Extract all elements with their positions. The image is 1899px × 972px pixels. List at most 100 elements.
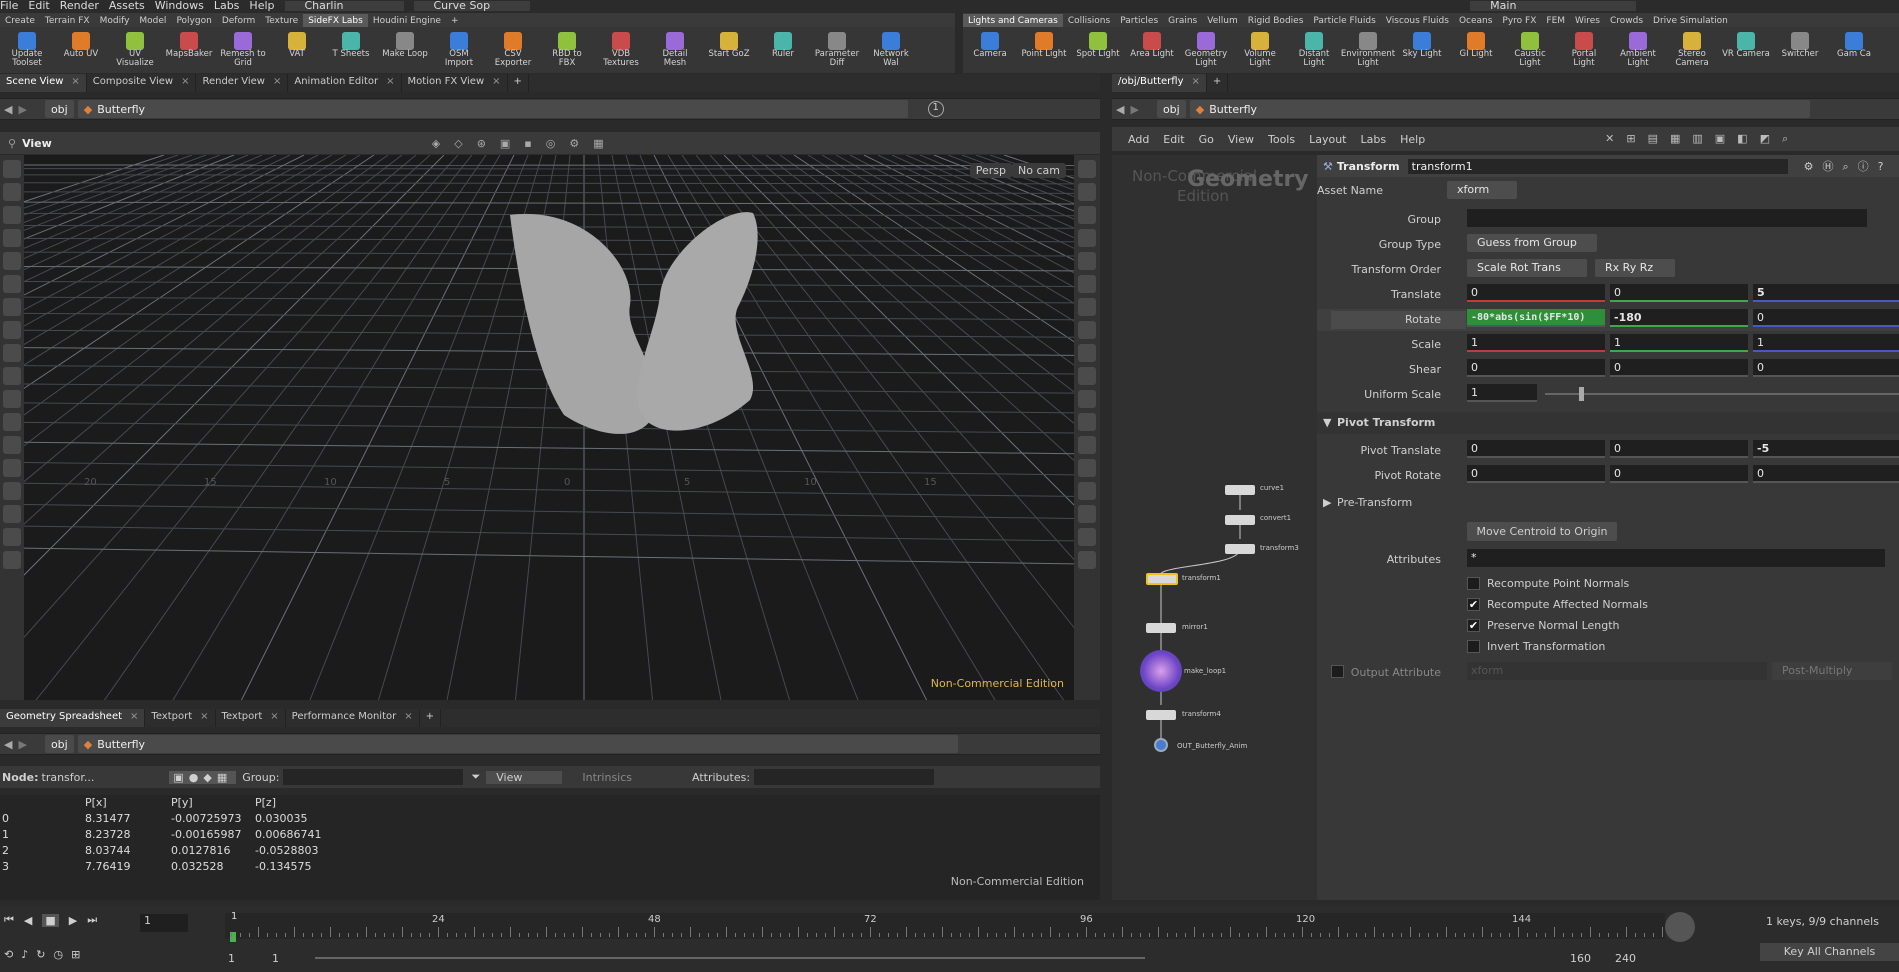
- menu-windows[interactable]: Windows: [155, 0, 204, 11]
- menu-help[interactable]: Help: [249, 0, 274, 11]
- tab-motion-fx-view[interactable]: Motion FX View ×: [402, 74, 508, 92]
- add-tab-icon[interactable]: +: [508, 74, 529, 92]
- viewport-tool-icon[interactable]: [3, 321, 21, 339]
- menu-edit[interactable]: Edit: [28, 0, 49, 11]
- expand-arrow-icon[interactable]: ▼: [1323, 416, 1331, 429]
- step-back-icon[interactable]: ◀: [24, 914, 32, 927]
- desktop-select[interactable]: Charlin: [284, 0, 404, 11]
- shelf-left-tool[interactable]: Parameter Diff: [813, 27, 861, 68]
- network-path-root[interactable]: obj: [1156, 100, 1186, 118]
- pivot-rotate-z[interactable]: 0: [1753, 465, 1899, 483]
- shelf-left-tool[interactable]: CSV Exporter: [489, 27, 537, 68]
- rotate-y[interactable]: -180: [1610, 309, 1748, 327]
- attributes-field[interactable]: *: [1467, 549, 1885, 567]
- shelf-right-tool[interactable]: GI Light: [1452, 27, 1500, 59]
- path-root[interactable]: obj: [44, 100, 74, 118]
- back-arrow-icon[interactable]: ◀: [1116, 103, 1124, 116]
- add-tab-icon[interactable]: +: [1207, 74, 1229, 92]
- shear-z[interactable]: 0: [1753, 359, 1899, 377]
- recompute-point-normals-checkbox[interactable]: [1467, 577, 1480, 590]
- view-menu[interactable]: View: [486, 770, 563, 784]
- node-convert1[interactable]: [1225, 515, 1255, 525]
- table-cell[interactable]: 8.31477: [85, 812, 131, 825]
- viewport-tool-icon[interactable]: [1078, 528, 1096, 546]
- persp-menu[interactable]: Persp: [969, 163, 1012, 178]
- shelf-tab-oceans[interactable]: Oceans: [1454, 14, 1497, 27]
- shelf-tab-texture[interactable]: Texture: [260, 14, 303, 27]
- shelf-tab-pyro[interactable]: Pyro FX: [1497, 14, 1541, 27]
- shelf-tab-deform[interactable]: Deform: [217, 14, 260, 27]
- close-icon[interactable]: ×: [71, 76, 79, 87]
- back-arrow-icon[interactable]: ◀: [4, 738, 12, 751]
- node-make-loop1[interactable]: [1140, 650, 1182, 692]
- table-cell[interactable]: 8.23728: [85, 828, 131, 841]
- tab-performance-monitor[interactable]: Performance Monitor ×: [286, 709, 420, 727]
- network-menu-view[interactable]: View: [1228, 133, 1254, 146]
- table-cell[interactable]: -0.0528803: [255, 844, 318, 857]
- range-icon[interactable]: ⊞: [71, 948, 80, 961]
- collapse-arrow-icon[interactable]: ▶: [1323, 496, 1331, 509]
- current-frame-field[interactable]: 1: [140, 914, 188, 932]
- shear-y[interactable]: 0: [1610, 359, 1748, 377]
- close-icon[interactable]: ×: [200, 711, 208, 722]
- forward-arrow-icon[interactable]: ▶: [18, 103, 26, 116]
- range-start[interactable]: 1: [228, 952, 235, 965]
- viewport-tool-icon[interactable]: [3, 459, 21, 477]
- shelf-tab-lights-cameras[interactable]: Lights and Cameras: [963, 14, 1063, 27]
- shelf-right-tool[interactable]: Stereo Camera: [1668, 27, 1716, 68]
- viewport-tool-icon[interactable]: [3, 367, 21, 385]
- shelf-tab-collisions[interactable]: Collisions: [1063, 14, 1115, 27]
- scale-z[interactable]: 1: [1753, 334, 1899, 352]
- menu-file[interactable]: File: [0, 0, 18, 11]
- group-field[interactable]: [1467, 209, 1867, 227]
- node-transform4[interactable]: [1146, 710, 1176, 720]
- pivot-translate-y[interactable]: 0: [1610, 440, 1748, 458]
- shelf-left-tool[interactable]: MapsBaker: [165, 27, 213, 59]
- range-bar[interactable]: [315, 957, 1145, 959]
- row-index[interactable]: 3: [2, 860, 9, 873]
- camera-menu[interactable]: No cam: [1012, 163, 1066, 178]
- close-icon[interactable]: ×: [404, 711, 412, 722]
- viewport-tool-icon[interactable]: [1078, 459, 1096, 477]
- table-cell[interactable]: 0.0127816: [171, 844, 231, 857]
- shelf-tab-terrain[interactable]: Terrain FX: [40, 14, 95, 27]
- sheet-path-root[interactable]: obj: [44, 735, 74, 753]
- shelf-right-tool[interactable]: Spot Light: [1074, 27, 1122, 59]
- viewport-tool-icon[interactable]: [3, 275, 21, 293]
- shelf-tab-grains[interactable]: Grains: [1163, 14, 1202, 27]
- table-cell[interactable]: -0.134575: [255, 860, 311, 873]
- network-path-node[interactable]: ◆ Butterfly: [1189, 100, 1810, 118]
- uniform-scale-field[interactable]: 1: [1467, 384, 1537, 402]
- close-icon[interactable]: ×: [492, 76, 500, 87]
- shelf-right-tool[interactable]: Ambient Light: [1614, 27, 1662, 68]
- tab-textport-2[interactable]: Textport ×: [216, 709, 286, 727]
- shelf-left-tool[interactable]: T Sheets: [327, 27, 375, 59]
- table-cell[interactable]: 0.030035: [255, 812, 308, 825]
- shelf-left-tool[interactable]: OSM Import: [435, 27, 483, 68]
- table-cell[interactable]: -0.00725973: [171, 812, 241, 825]
- col-header-pz[interactable]: P[z]: [255, 796, 276, 809]
- close-icon[interactable]: ×: [273, 76, 281, 87]
- shelf-right-tool[interactable]: Caustic Light: [1506, 27, 1554, 68]
- invert-transformation-checkbox[interactable]: [1467, 640, 1480, 653]
- shelf-left-tool[interactable]: Detail Mesh: [651, 27, 699, 68]
- tab-animation-editor[interactable]: Animation Editor ×: [288, 74, 402, 92]
- viewport-tool-icon[interactable]: [1078, 160, 1096, 178]
- tab-textport[interactable]: Textport ×: [145, 709, 216, 727]
- shelf-tab-particle-fluids[interactable]: Particle Fluids: [1308, 14, 1380, 27]
- network-menu-edit[interactable]: Edit: [1163, 133, 1184, 146]
- viewport-tool-icon[interactable]: [1078, 551, 1096, 569]
- table-cell[interactable]: 7.76419: [85, 860, 131, 873]
- pre-transform-title[interactable]: Pre-Transform: [1337, 496, 1412, 509]
- viewport-tool-icon[interactable]: [1078, 298, 1096, 316]
- shelf-right-tool[interactable]: Sky Light: [1398, 27, 1446, 59]
- uniform-scale-slider[interactable]: [1545, 393, 1899, 395]
- viewport-tool-icon[interactable]: [1078, 344, 1096, 362]
- close-icon[interactable]: ×: [270, 711, 278, 722]
- shelf-left-tool[interactable]: VDB Textures: [597, 27, 645, 68]
- close-icon[interactable]: ×: [1192, 76, 1200, 87]
- menu-labs[interactable]: Labs: [214, 0, 240, 11]
- col-header-py[interactable]: P[y]: [171, 796, 193, 809]
- realtime-icon[interactable]: ⟲: [4, 948, 13, 961]
- shelf-tab-viscous-fluids[interactable]: Viscous Fluids: [1381, 14, 1454, 27]
